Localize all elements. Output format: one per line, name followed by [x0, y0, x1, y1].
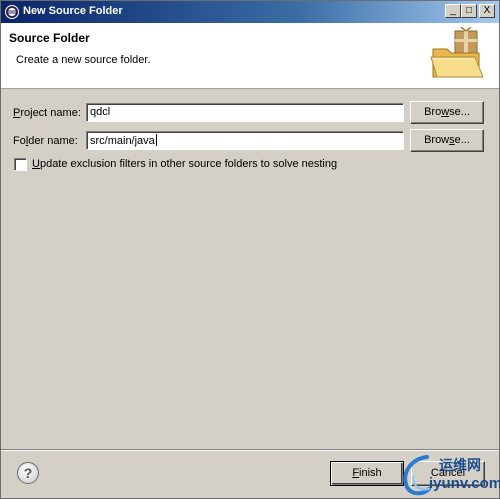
project-name-field[interactable]: qdcl	[86, 103, 404, 122]
title-bar[interactable]: New Source Folder _ □ X	[1, 1, 499, 23]
watermark: 运维网 iyunv.com	[399, 453, 500, 497]
footer-separator	[1, 449, 499, 451]
update-exclusion-label[interactable]: Update exclusion filters in other source…	[32, 158, 337, 170]
project-name-label: Project name:	[13, 107, 81, 119]
close-button[interactable]: X	[479, 4, 495, 18]
wizard-header: Source Folder Create a new source folder…	[1, 23, 499, 89]
folder-name-field[interactable]: src/main/java	[86, 131, 404, 150]
maximize-button[interactable]: □	[461, 4, 477, 18]
folder-name-label: Folder name:	[13, 135, 78, 147]
text-cursor	[155, 134, 157, 146]
folder-browse-button[interactable]: Browse...	[410, 129, 484, 152]
eclipse-icon	[5, 5, 19, 19]
finish-button[interactable]: Finish	[330, 461, 404, 486]
window-title: New Source Folder	[23, 5, 123, 17]
folder-package-icon	[430, 27, 484, 78]
watermark-line2: iyunv.com	[429, 475, 500, 492]
project-browse-button[interactable]: Browse...	[410, 101, 484, 124]
new-source-folder-dialog: New Source Folder _ □ X Source Folder Cr…	[0, 0, 500, 499]
page-description: Create a new source folder.	[16, 54, 151, 66]
help-button[interactable]: ?	[17, 462, 39, 484]
page-title: Source Folder	[9, 31, 90, 45]
watermark-line1: 运维网	[439, 457, 481, 473]
minimize-button[interactable]: _	[445, 4, 461, 18]
update-exclusion-checkbox[interactable]	[14, 158, 27, 171]
